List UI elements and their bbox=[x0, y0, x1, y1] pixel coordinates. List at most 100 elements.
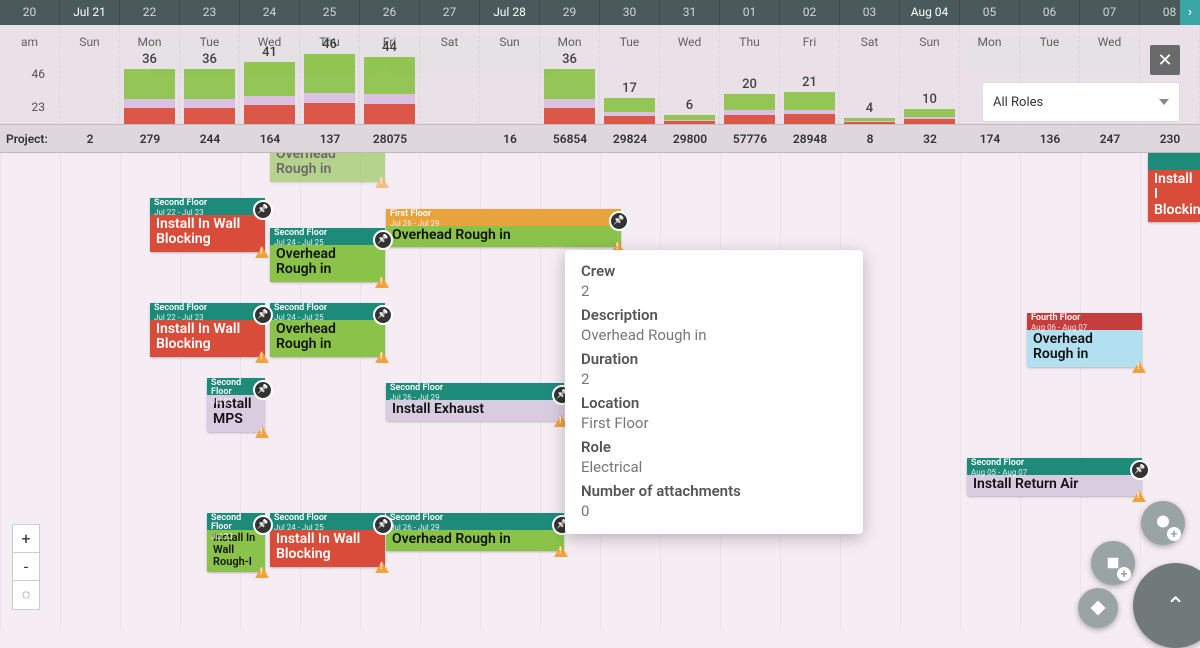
project-total: 174 bbox=[960, 125, 1020, 152]
warning-icon bbox=[255, 566, 269, 578]
warning-icon bbox=[1132, 361, 1146, 373]
field-location-value: First Floor bbox=[581, 414, 847, 432]
pin-icon[interactable] bbox=[373, 305, 393, 325]
warning-icon bbox=[375, 176, 389, 188]
timeline-date[interactable]: 05 bbox=[960, 0, 1020, 25]
field-crew-label: Crew bbox=[581, 262, 847, 280]
zoom-control: + - ◌ bbox=[12, 524, 40, 610]
project-total: 136 bbox=[1020, 125, 1080, 152]
project-total bbox=[420, 125, 480, 152]
project-total: 28948 bbox=[780, 125, 840, 152]
timeline-date[interactable]: Jul 28 bbox=[480, 0, 540, 25]
timeline-date[interactable]: 23 bbox=[180, 0, 240, 25]
project-total: 8 bbox=[840, 125, 900, 152]
project-total: 32 bbox=[900, 125, 960, 152]
pin-icon[interactable] bbox=[609, 211, 629, 231]
roles-dropdown[interactable]: All Roles bbox=[982, 82, 1180, 122]
timeline-date[interactable]: 26 bbox=[360, 0, 420, 25]
pin-icon[interactable] bbox=[253, 380, 273, 400]
timeline-date[interactable]: Jul 21 bbox=[60, 0, 120, 25]
project-total: 16 bbox=[480, 125, 540, 152]
field-description-label: Description bbox=[581, 306, 847, 324]
project-total: 57776 bbox=[720, 125, 780, 152]
task-card[interactable]: Second FloorJul 24 - Jul 25Overhead Roug… bbox=[270, 228, 385, 282]
timeline-date[interactable]: 03 bbox=[840, 0, 900, 25]
timeline-date[interactable]: 27 bbox=[420, 0, 480, 25]
task-card[interactable]: Second FloorJul 26 - Jul 29Overhead Roug… bbox=[386, 513, 564, 551]
warning-icon bbox=[255, 351, 269, 363]
histogram-column: Sat4 bbox=[840, 25, 900, 124]
zoom-in-button[interactable]: + bbox=[13, 525, 39, 553]
pin-icon[interactable] bbox=[253, 305, 273, 325]
histogram-column: Wed41 bbox=[240, 25, 300, 124]
pin-icon[interactable] bbox=[373, 515, 393, 535]
timeline-date[interactable]: 07 bbox=[1080, 0, 1140, 25]
fab-expand[interactable] bbox=[1078, 588, 1118, 628]
histogram-column: Tue36 bbox=[180, 25, 240, 124]
task-card[interactable]: Second FloorJul 22 - Jul 23Install In Wa… bbox=[150, 303, 265, 357]
field-role-label: Role bbox=[581, 438, 847, 456]
project-total: 56854 bbox=[540, 125, 600, 152]
pin-icon[interactable] bbox=[253, 515, 273, 535]
histogram-column: Fri21 bbox=[780, 25, 840, 124]
zoom-out-button[interactable]: - bbox=[13, 553, 39, 581]
timeline-date[interactable]: Aug 04 bbox=[900, 0, 960, 25]
pin-icon[interactable] bbox=[1130, 460, 1150, 480]
field-duration-label: Duration bbox=[581, 350, 847, 368]
field-attachments-value: 0 bbox=[581, 502, 847, 520]
pin-icon[interactable] bbox=[253, 200, 273, 220]
timeline-date[interactable]: 20 bbox=[0, 0, 60, 25]
task-card[interactable]: Second FloorJul 22 - Jul 23Install In Wa… bbox=[150, 198, 265, 252]
project-total: 164 bbox=[240, 125, 300, 152]
task-card[interactable]: Second FloorAug 05 - Aug 07Install Retur… bbox=[967, 458, 1142, 496]
histogram-column: Thu20 bbox=[720, 25, 780, 124]
zoom-reset-button[interactable]: ◌ bbox=[13, 581, 39, 609]
fab-add-message[interactable]: + bbox=[1141, 501, 1185, 545]
task-card[interactable]: Install I Blockin bbox=[1148, 153, 1200, 222]
task-card[interactable]: Second FloorJul 24 - Jul 25Overhead Roug… bbox=[270, 303, 385, 357]
task-card[interactable]: First FloorJul 26 - Jul 29Overhead Rough… bbox=[386, 209, 621, 247]
project-total: 279 bbox=[120, 125, 180, 152]
histogram-column: Thu46 bbox=[300, 25, 360, 124]
project-total: 29824 bbox=[600, 125, 660, 152]
fab-add-note[interactable]: + bbox=[1091, 541, 1135, 585]
timeline-header[interactable]: 20Jul 21222324252627Jul 28293031010203Au… bbox=[0, 0, 1200, 25]
timeline-date[interactable]: 22 bbox=[120, 0, 180, 25]
project-label: Project: bbox=[6, 125, 48, 153]
histogram-column: Sun bbox=[480, 25, 540, 124]
histogram-column: Sun10 bbox=[900, 25, 960, 124]
task-card[interactable]: Second FloorJul 23Install MPS bbox=[207, 378, 265, 432]
task-detail-popover: Crew 2 Description Overhead Rough in Dur… bbox=[565, 250, 863, 534]
timeline-date[interactable]: 24 bbox=[240, 0, 300, 25]
pin-icon[interactable] bbox=[373, 230, 393, 250]
histogram-column: Fri44 bbox=[360, 25, 420, 124]
task-card[interactable]: Fourth FloorAug 06 - Aug 07Overhead Roug… bbox=[1027, 313, 1142, 367]
field-duration-value: 2 bbox=[581, 370, 847, 388]
project-total: 28075 bbox=[360, 125, 420, 152]
histogram-column: Sat bbox=[420, 25, 480, 124]
warning-icon bbox=[554, 545, 568, 557]
field-role-value: Electrical bbox=[581, 458, 847, 476]
task-card[interactable]: Second FloorJul 24 - Jul 25Install In Wa… bbox=[270, 513, 385, 567]
timeline-date[interactable]: 31 bbox=[660, 0, 720, 25]
warning-icon bbox=[255, 426, 269, 438]
field-attachments-label: Number of attachments bbox=[581, 482, 847, 500]
project-total: 230 bbox=[1140, 125, 1200, 152]
timeline-date[interactable]: 02 bbox=[780, 0, 840, 25]
timeline-date[interactable]: 30 bbox=[600, 0, 660, 25]
close-button[interactable]: ✕ bbox=[1150, 45, 1180, 75]
project-total: 29800 bbox=[660, 125, 720, 152]
field-description-value: Overhead Rough in bbox=[581, 326, 847, 344]
task-card[interactable]: Second FloorJul 26 - Jul 29Install Exhau… bbox=[386, 383, 564, 421]
timeline-date[interactable]: 29 bbox=[540, 0, 600, 25]
field-location-label: Location bbox=[581, 394, 847, 412]
roles-selected: All Roles bbox=[993, 95, 1043, 110]
histogram-column: Tue17 bbox=[600, 25, 660, 124]
timeline-scroll-right[interactable]: › bbox=[1180, 0, 1200, 25]
task-card[interactable]: Second FloorJul 23Install In Wall Rough-… bbox=[207, 513, 265, 572]
project-total: 2 bbox=[60, 125, 120, 152]
timeline-date[interactable]: 25 bbox=[300, 0, 360, 25]
histogram-column: Wed6 bbox=[660, 25, 720, 124]
timeline-date[interactable]: 06 bbox=[1020, 0, 1080, 25]
timeline-date[interactable]: 01 bbox=[720, 0, 780, 25]
